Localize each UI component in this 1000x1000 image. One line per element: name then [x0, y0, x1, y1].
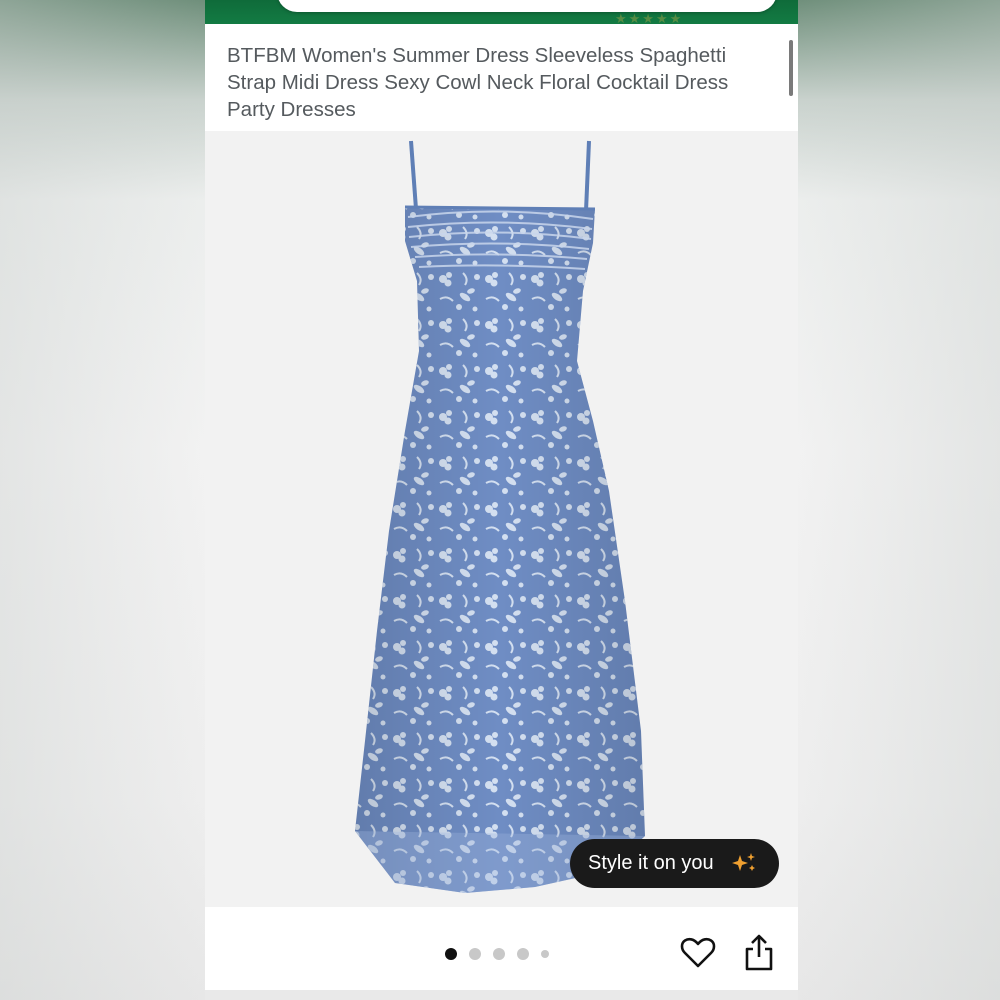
background-left: [0, 0, 205, 1000]
product-screen: ★★★★★ BTFBM Women's Summer Dress Sleevel…: [205, 0, 798, 1000]
product-title: BTFBM Women's Summer Dress Sleeveless Sp…: [227, 44, 729, 121]
dress-image: [355, 140, 645, 893]
background-right: [795, 0, 1000, 1000]
style-button-label: Style it on you: [588, 852, 714, 874]
share-icon[interactable]: [743, 933, 775, 973]
search-bar[interactable]: [277, 0, 777, 12]
scroll-indicator: [789, 40, 793, 96]
carousel-dot[interactable]: [541, 950, 549, 958]
carousel-dot[interactable]: [469, 948, 481, 960]
product-image[interactable]: [205, 131, 798, 907]
carousel-dots: [445, 947, 561, 961]
sparkle-icon: [732, 853, 755, 871]
heart-icon[interactable]: [680, 935, 716, 971]
carousel-dot[interactable]: [517, 948, 529, 960]
carousel-dot[interactable]: [445, 948, 457, 960]
style-it-on-you-button[interactable]: Style it on you: [570, 839, 779, 888]
app-header: ★★★★★: [205, 0, 798, 26]
carousel-dot[interactable]: [493, 948, 505, 960]
rating-stars-icon: ★★★★★: [615, 12, 684, 26]
bottom-actions: [205, 907, 798, 1000]
screen-bottom-edge: [205, 990, 798, 1000]
